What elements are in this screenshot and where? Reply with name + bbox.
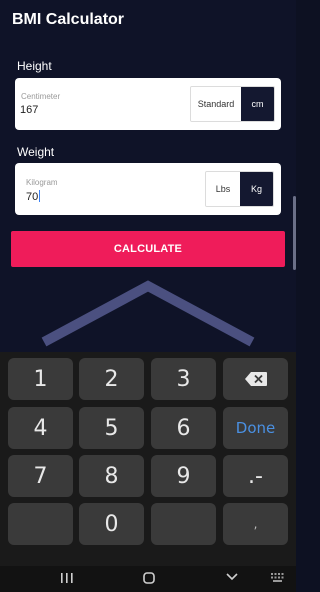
- home-icon[interactable]: [142, 571, 156, 585]
- key-1[interactable]: 1: [8, 358, 73, 400]
- chevron-up-icon: [41, 280, 255, 347]
- weight-card: Kilogram 70 Lbs Kg: [15, 163, 281, 215]
- key-4[interactable]: 4: [8, 407, 73, 449]
- height-input[interactable]: 167: [20, 104, 38, 116]
- key-comma[interactable]: ,: [223, 503, 288, 545]
- height-unit-toggle: Standard cm: [190, 86, 275, 122]
- backspace-icon: [244, 372, 267, 386]
- numeric-keyboard: 1 2 3 4 5 6 Done 7 8 9 .- 0 ,: [0, 352, 296, 566]
- unit-kg-button[interactable]: Kg: [240, 172, 273, 206]
- keyboard-icon[interactable]: [270, 572, 286, 584]
- key-0[interactable]: 0: [79, 503, 144, 545]
- unit-standard-button[interactable]: Standard: [191, 87, 241, 121]
- bmi-app-screen: BMI Calculator Height Centimeter 167 Sta…: [0, 0, 296, 352]
- key-dot-minus[interactable]: .-: [223, 455, 288, 497]
- key-6[interactable]: 6: [151, 407, 216, 449]
- height-label: Height: [17, 59, 52, 73]
- key-9[interactable]: 9: [151, 455, 216, 497]
- height-field-label: Centimeter: [21, 92, 61, 101]
- weight-label: Weight: [17, 145, 55, 159]
- system-nav-bar: [0, 566, 296, 592]
- calculate-button[interactable]: CALCULATE: [11, 231, 285, 267]
- key-3[interactable]: 3: [151, 358, 216, 400]
- key-2[interactable]: 2: [79, 358, 144, 400]
- backspace-key[interactable]: [223, 358, 288, 400]
- page-title: BMI Calculator: [12, 11, 125, 28]
- key-7[interactable]: 7: [8, 455, 73, 497]
- key-blank-left[interactable]: [8, 503, 73, 545]
- weight-input[interactable]: 70: [26, 190, 41, 203]
- key-blank-right[interactable]: [151, 503, 216, 545]
- key-8[interactable]: 8: [79, 455, 144, 497]
- weight-value: 70: [26, 191, 39, 203]
- scrollbar[interactable]: [293, 196, 296, 270]
- done-key[interactable]: Done: [223, 407, 288, 449]
- recent-apps-icon[interactable]: [60, 572, 74, 584]
- height-card: Centimeter 167 Standard cm: [15, 78, 281, 130]
- key-5[interactable]: 5: [79, 407, 144, 449]
- text-cursor: [39, 190, 41, 202]
- back-icon[interactable]: [225, 572, 239, 582]
- weight-field-label: Kilogram: [26, 178, 58, 187]
- weight-unit-toggle: Lbs Kg: [205, 171, 274, 207]
- unit-lbs-button[interactable]: Lbs: [206, 172, 240, 206]
- unit-cm-button[interactable]: cm: [241, 87, 274, 121]
